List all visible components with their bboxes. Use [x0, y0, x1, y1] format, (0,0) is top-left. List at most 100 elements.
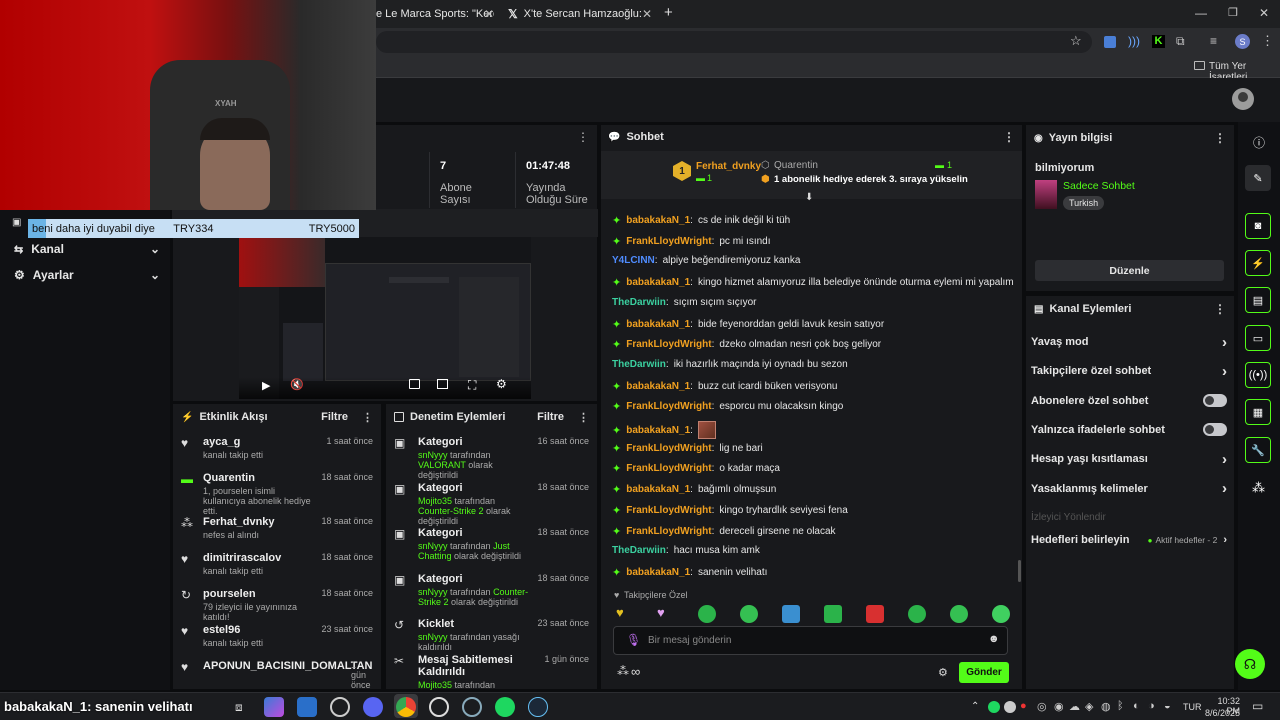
browser-menu-icon[interactable]: ⋮: [1261, 33, 1274, 49]
chat-input-box[interactable]: 🎙 Bir mesaj gönderin ☻: [613, 626, 1008, 655]
tray-cloud-icon[interactable]: ☁: [1069, 700, 1080, 713]
moderator-name[interactable]: Mojito35: [418, 496, 452, 506]
clock-date[interactable]: 8/6/2025: [1204, 708, 1240, 718]
activity-filter-button[interactable]: Filtre: [321, 411, 348, 423]
moderator-name[interactable]: Mojito35: [418, 680, 452, 690]
nav-item-settings[interactable]: ⚙ Ayarlar ⌄: [14, 265, 160, 285]
store-icon[interactable]: [297, 697, 317, 717]
chat-username[interactable]: babakakaN_1: [626, 319, 690, 330]
tray-app-icon[interactable]: ◎: [1037, 700, 1047, 713]
wrench-icon[interactable]: 🔧: [1245, 437, 1271, 463]
stream-preview-player[interactable]: [239, 237, 531, 399]
extensions-puzzle-icon[interactable]: ⧉: [1176, 34, 1185, 49]
chat-image-emote[interactable]: [697, 421, 716, 439]
chat-username[interactable]: TheDarwiin: [612, 297, 666, 308]
tray-app-icon[interactable]: ◉: [1054, 700, 1064, 713]
channel-action-row[interactable]: Abonelere özel sohbet: [1031, 391, 1227, 411]
window-close-icon[interactable]: ✕: [1259, 6, 1269, 20]
emote-red-face[interactable]: [866, 605, 884, 623]
leaderboard-cta[interactable]: 1 abonelik hediye ederek 3. sıraya yükse…: [774, 174, 968, 185]
close-tab-icon[interactable]: ✕: [642, 7, 652, 21]
set-goals-row[interactable]: Hedefleri belirleyin ● Aktif hedefler - …: [1031, 530, 1227, 550]
emote-green-face[interactable]: [950, 605, 968, 623]
chat-username[interactable]: TheDarwiin: [612, 359, 666, 370]
activity-user[interactable]: ayca_g: [203, 436, 318, 448]
activity-user[interactable]: estel96: [203, 624, 313, 636]
notification-icon[interactable]: ▭: [1252, 699, 1263, 713]
moderator-name[interactable]: snNyyy: [418, 632, 448, 642]
channel-action-row[interactable]: Hesap yaşı kısıtlaması ›: [1031, 449, 1227, 469]
layout-icon[interactable]: ▦: [1245, 399, 1271, 425]
tray-app-icon[interactable]: [1004, 701, 1016, 713]
panel-menu-icon[interactable]: ⋮: [1214, 131, 1226, 145]
bookmark-star-icon[interactable]: ☆: [1070, 33, 1082, 49]
tray-app-icon[interactable]: ◒: [1164, 700, 1171, 712]
chat-settings-icon[interactable]: ⚙: [938, 666, 948, 679]
emote-green-face[interactable]: [992, 605, 1010, 623]
pip-icon[interactable]: [409, 379, 420, 389]
kick-extension-icon[interactable]: K: [1152, 35, 1165, 48]
send-button[interactable]: Gönder: [959, 662, 1009, 683]
emote-blue[interactable]: [782, 605, 800, 623]
chat-username[interactable]: babakakaN_1: [626, 277, 690, 288]
mute-icon[interactable]: 🔇: [290, 378, 304, 391]
chat-username[interactable]: FrankLloydWright: [626, 505, 711, 516]
discord-icon[interactable]: [363, 697, 383, 717]
moderator-name[interactable]: snNyyy: [418, 541, 448, 551]
tray-bluetooth-icon[interactable]: ᛒ: [1117, 700, 1124, 712]
chat-username[interactable]: FrankLloydWright: [626, 339, 711, 350]
emote-green-face[interactable]: [740, 605, 758, 623]
spotify-icon[interactable]: [495, 697, 515, 717]
translate-extension-icon[interactable]: [1104, 36, 1116, 48]
microphone-icon[interactable]: 🎙: [626, 633, 641, 647]
info-icon[interactable]: ⓘ: [1253, 134, 1265, 151]
url-field[interactable]: [376, 31, 1092, 53]
moderator-name[interactable]: snNyyy: [418, 587, 448, 597]
chat-username[interactable]: FrankLloydWright: [626, 463, 711, 474]
chat-username[interactable]: FrankLloydWright: [626, 526, 711, 537]
app-circle-icon[interactable]: [330, 697, 350, 717]
browser-tab[interactable]: 𝕏 X'te Sercan Hamzaoğlu: "ÖZEL: [508, 3, 642, 25]
lightning-icon[interactable]: ⚡: [1245, 250, 1271, 276]
tray-app-icon[interactable]: ◈: [1085, 700, 1093, 713]
activity-user[interactable]: dimitrirascalov: [203, 552, 313, 564]
emote-green-cup[interactable]: [824, 605, 842, 623]
audio-extension-icon[interactable]: ))): [1128, 34, 1140, 48]
chat-username[interactable]: TheDarwiin: [612, 545, 666, 556]
emote-heart-yellow[interactable]: ♥: [616, 605, 624, 620]
moderation-filter-button[interactable]: Filtre: [537, 411, 564, 423]
play-icon[interactable]: ▶: [262, 379, 270, 392]
fullscreen-icon[interactable]: ⛶: [468, 378, 476, 393]
channel-action-row[interactable]: Yasaklanmış kelimeler ›: [1031, 479, 1227, 499]
new-tab-icon[interactable]: +: [664, 4, 673, 21]
emote-green-face[interactable]: [698, 605, 716, 623]
chat-username[interactable]: babakakaN_1: [626, 215, 690, 226]
gift-dots-icon[interactable]: ⁂: [617, 664, 629, 678]
tray-app-icon[interactable]: ◐: [1133, 700, 1140, 712]
clipboard-icon[interactable]: ▤: [1245, 287, 1271, 313]
theater-icon[interactable]: [437, 379, 448, 389]
edit-stream-button[interactable]: Düzenle: [1035, 260, 1224, 281]
tray-steam-icon[interactable]: ◍: [1101, 700, 1111, 713]
panel-menu-icon[interactable]: ⋮: [1214, 302, 1226, 316]
maximize-icon[interactable]: ❐: [1228, 6, 1238, 19]
activity-user[interactable]: Ferhat_dvnky: [203, 516, 313, 528]
tray-chevron-icon[interactable]: ⌃: [971, 701, 979, 712]
community-dots-icon[interactable]: ⁂: [1252, 480, 1265, 496]
emote-heart-pink[interactable]: ♥: [657, 605, 665, 620]
channel-action-row[interactable]: Yalnızca ifadelerle sohbet: [1031, 420, 1227, 440]
panel-menu-icon[interactable]: ⋮: [578, 411, 589, 424]
chat-username[interactable]: babakakaN_1: [626, 425, 690, 436]
chat-username[interactable]: babakakaN_1: [626, 567, 690, 578]
chrome-icon[interactable]: [396, 697, 416, 717]
chat-username[interactable]: babakakaN_1: [626, 381, 690, 392]
steam-icon[interactable]: [528, 697, 548, 717]
chat-username[interactable]: Y4LCINN: [612, 255, 655, 266]
activity-user[interactable]: Quarentin: [203, 472, 313, 484]
emoji-icon[interactable]: ☻: [988, 633, 1000, 645]
browser-tab[interactable]: e Le Marca Sports: "Kerem A: [376, 3, 494, 25]
panel-menu-icon[interactable]: ⋮: [577, 130, 589, 144]
support-headset-button[interactable]: ☊: [1235, 649, 1265, 679]
tray-spotify-icon[interactable]: [988, 701, 1000, 713]
panel-menu-icon[interactable]: ⋮: [362, 411, 373, 424]
